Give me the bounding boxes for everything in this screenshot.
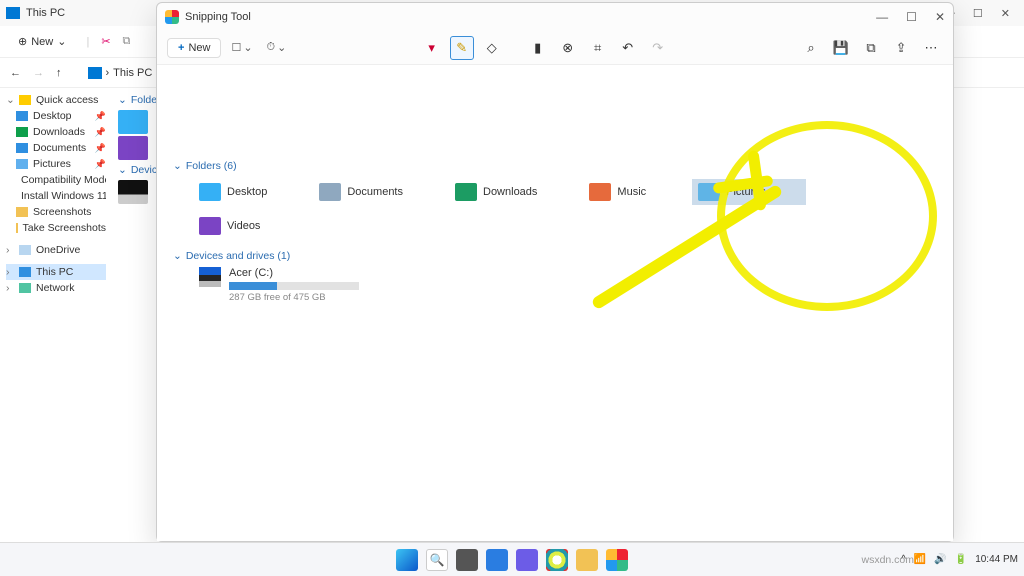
copy-icon[interactable]: ⧉: [123, 35, 131, 48]
music-folder-icon: [589, 183, 611, 201]
touch-writing-icon[interactable]: ⊗: [556, 36, 580, 60]
fe-title: This PC: [26, 7, 65, 19]
more-icon[interactable]: ⋯: [919, 36, 943, 60]
save-icon[interactable]: 💾: [829, 36, 853, 60]
drive-thumb[interactable]: [118, 180, 148, 204]
sidebar-item-screenshots[interactable]: Screenshots: [6, 204, 106, 220]
snip-title: Snipping Tool: [185, 11, 251, 23]
widgets-icon[interactable]: [486, 549, 508, 571]
forward-button[interactable]: →: [33, 67, 44, 79]
drive-icon: [199, 267, 221, 287]
sidebar-item-desktop[interactable]: Desktop📌: [6, 108, 106, 124]
fe-max-button[interactable]: ☐: [973, 7, 983, 20]
snipping-tool-icon: [165, 10, 179, 24]
back-button[interactable]: ←: [10, 67, 21, 79]
taskbar-clock[interactable]: 10:44 PM: [975, 554, 1018, 565]
snip-toolbar: +New ☐⌄ ⏱⌄ ▾ ✎ ◇ ▮ ⊗ ⌗ ↶ ↷ ⌕ 💾 ⧉ ⇪ ⋯: [157, 31, 953, 65]
system-tray[interactable]: ^ 📶 🔊 🔋 10:44 PM: [901, 554, 1018, 565]
sidebar-item-take-screenshots[interactable]: Take Screenshots: [6, 220, 106, 236]
fe-new-button[interactable]: ⊕ New ⌄: [10, 33, 74, 50]
snip-close-button[interactable]: ✕: [935, 10, 945, 24]
folder-desktop[interactable]: Desktop: [193, 179, 273, 205]
volume-icon[interactable]: 🔊: [934, 554, 946, 565]
highlighter-tool-icon[interactable]: ✎: [450, 36, 474, 60]
sidebar-item-documents[interactable]: Documents📌: [6, 140, 106, 156]
share-icon[interactable]: ⇪: [889, 36, 913, 60]
sidebar-item-pictures[interactable]: Pictures📌: [6, 156, 106, 172]
sidebar-item-compatibility-mode[interactable]: Compatibility Mode: [6, 172, 106, 188]
copy-icon[interactable]: ⧉: [859, 36, 883, 60]
eraser-tool-icon[interactable]: ◇: [480, 36, 504, 60]
up-button[interactable]: ↑: [56, 67, 62, 79]
folder-videos[interactable]: Videos: [193, 213, 266, 239]
snipping-tool-taskbar-icon[interactable]: [606, 549, 628, 571]
taskview-icon[interactable]: [456, 549, 478, 571]
crop-icon[interactable]: ⌗: [586, 36, 610, 60]
drive-usage-bar: [229, 282, 359, 290]
sidebar-this-pc[interactable]: ›This PC: [6, 264, 106, 280]
wifi-icon[interactable]: 📶: [914, 554, 926, 565]
this-pc-icon: [6, 7, 20, 19]
cut-icon[interactable]: ✂: [101, 35, 110, 48]
folder-thumb[interactable]: [118, 136, 148, 160]
tray-overflow-icon[interactable]: ^: [901, 554, 906, 565]
zoom-icon[interactable]: ⌕: [799, 36, 823, 60]
documents-folder-icon: [319, 183, 341, 201]
ruler-icon[interactable]: ▮: [526, 36, 550, 60]
downloads-folder-icon: [455, 183, 477, 201]
chrome-icon[interactable]: [546, 549, 568, 571]
folder-music[interactable]: Music: [583, 179, 652, 205]
sidebar-item-downloads[interactable]: Downloads📌: [6, 124, 106, 140]
sidebar-quick-access[interactable]: ⌄Quick access: [6, 92, 106, 108]
explorer-icon[interactable]: [576, 549, 598, 571]
folder-documents[interactable]: Documents: [313, 179, 409, 205]
snip-new-button[interactable]: +New: [167, 38, 221, 58]
taskbar: 🔍 wsxdn.com ^ 📶 🔊 🔋 10:44 PM: [0, 542, 1024, 576]
videos-folder-icon: [199, 217, 221, 235]
snipping-tool-window: Snipping Tool — ☐ ✕ +New ☐⌄ ⏱⌄ ▾ ✎ ◇ ▮ ⊗…: [156, 2, 954, 542]
snip-min-button[interactable]: —: [876, 10, 888, 24]
snip-mode-dropdown[interactable]: ☐⌄: [227, 39, 256, 56]
snip-max-button[interactable]: ☐: [906, 10, 917, 24]
folder-downloads[interactable]: Downloads: [449, 179, 543, 205]
fe-close-button[interactable]: ✕: [1001, 7, 1010, 20]
fe-sidebar: ⌄Quick access Desktop📌Downloads📌Document…: [0, 88, 112, 552]
start-button[interactable]: [396, 549, 418, 571]
highlighter-circle-annotation: [717, 121, 937, 311]
address-text: This PC: [113, 67, 152, 79]
sidebar-item-install-windows-11[interactable]: Install Windows 11: [6, 188, 106, 204]
desktop-folder-icon: [199, 183, 221, 201]
this-pc-icon: [88, 67, 102, 79]
battery-icon[interactable]: 🔋: [955, 554, 967, 565]
drive-free-text: 287 GB free of 475 GB: [229, 292, 359, 303]
chat-icon[interactable]: [516, 549, 538, 571]
taskbar-search-icon[interactable]: 🔍: [426, 549, 448, 571]
snip-delay-dropdown[interactable]: ⏱⌄: [263, 39, 291, 56]
snip-titlebar: Snipping Tool — ☐ ✕: [157, 3, 953, 31]
address-bar[interactable]: › This PC: [88, 67, 153, 79]
pen-tool-icon[interactable]: ▾: [420, 36, 444, 60]
drive-label: Acer (C:): [229, 267, 359, 279]
sidebar-network[interactable]: ›Network: [6, 280, 106, 296]
undo-icon[interactable]: ↶: [616, 36, 640, 60]
snip-canvas[interactable]: ⌄Folders (6) DesktopDocumentsDownloadsMu…: [157, 65, 953, 541]
folder-thumb[interactable]: [118, 110, 148, 134]
redo-icon[interactable]: ↷: [646, 36, 670, 60]
sidebar-onedrive[interactable]: ›OneDrive: [6, 242, 106, 258]
